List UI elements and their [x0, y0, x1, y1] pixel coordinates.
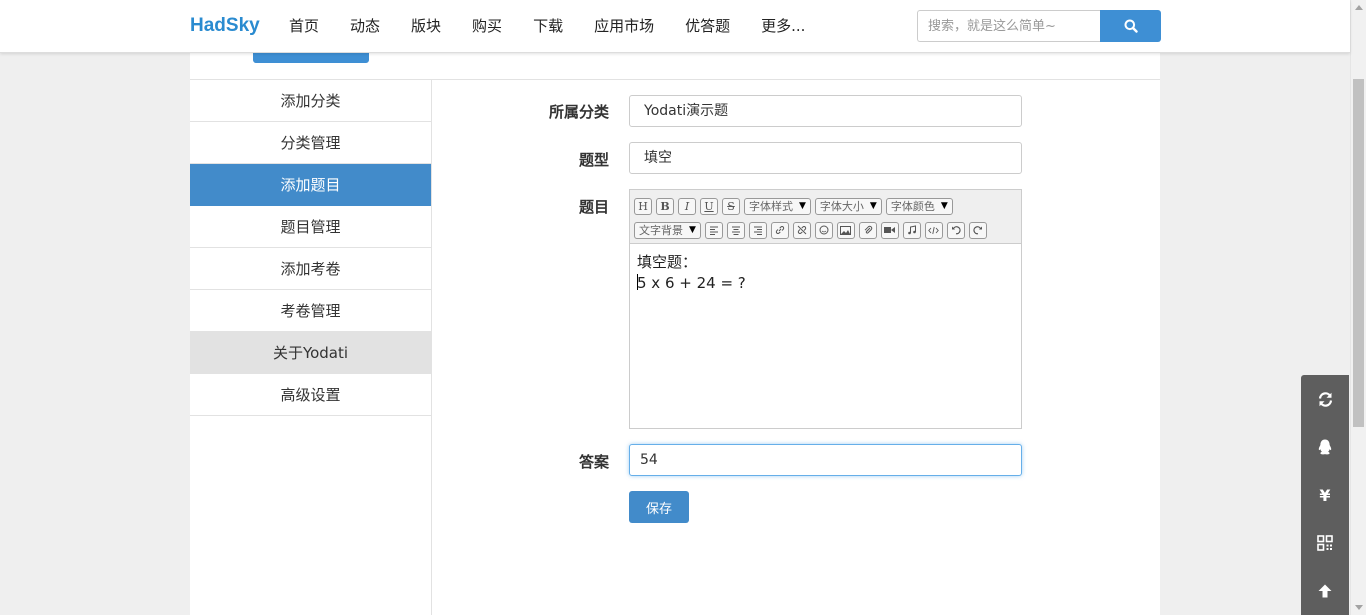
attachment-button[interactable]: [858, 221, 877, 239]
top-navbar: HadSky 首页 动态 版块 购买 下载 应用市场 优答题 更多...: [0, 0, 1350, 53]
question-line-2-text: 5 x 6 + 24 = ?: [637, 274, 746, 292]
question-line-2: 5 x 6 + 24 = ?: [637, 273, 1014, 294]
qq-button[interactable]: [1301, 423, 1349, 471]
search-icon: [1124, 19, 1138, 33]
smiley-icon: [819, 225, 829, 235]
chevron-down-icon: ▼: [869, 201, 877, 211]
nav-item-boards[interactable]: 版块: [400, 0, 452, 53]
scroll-up-arrow-icon[interactable]: [1355, 5, 1363, 10]
back-to-top-button[interactable]: [1301, 567, 1349, 615]
nav-item-youdati[interactable]: 优答题: [674, 0, 741, 53]
scroll-thumb[interactable]: [1353, 79, 1364, 427]
align-right-icon: [753, 226, 762, 235]
qrcode-button[interactable]: [1301, 519, 1349, 567]
nav-item-download[interactable]: 下载: [522, 0, 574, 53]
font-size-select-label: 字体大小: [819, 200, 864, 213]
text-background-select[interactable]: 文字背景 ▼: [634, 221, 701, 239]
video-camera-icon: [884, 227, 896, 233]
nav-item-buy[interactable]: 购买: [461, 0, 513, 53]
nav-item-app-market[interactable]: 应用市场: [583, 0, 665, 53]
qq-penguin-icon: [1318, 439, 1332, 455]
italic-button[interactable]: I: [678, 197, 696, 215]
chevron-down-icon: ▼: [799, 201, 806, 211]
redo-icon: [973, 226, 982, 235]
align-center-icon: [731, 226, 740, 235]
align-center-button[interactable]: [726, 221, 745, 239]
undo-button[interactable]: [946, 221, 965, 239]
font-color-select[interactable]: 字体颜色 ▼: [885, 197, 953, 215]
chevron-down-icon: ▼: [940, 201, 948, 211]
sidebar-item-about[interactable]: 关于Yodati: [190, 332, 431, 374]
refresh-button[interactable]: [1301, 375, 1349, 423]
paperclip-icon: [864, 225, 873, 234]
question-editor: H B I U S 字体样式 ▼ 字体大小 ▼ 字体颜色 ▼ 文字背景 ▼ 填空…: [629, 189, 1022, 429]
chevron-down-icon: ▼: [689, 225, 696, 235]
audio-button[interactable]: [902, 221, 921, 239]
align-left-button[interactable]: [704, 221, 723, 239]
emoji-button[interactable]: [814, 221, 833, 239]
donate-button[interactable]: ¥: [1301, 471, 1349, 519]
category-select[interactable]: Yodati演示题: [629, 95, 1022, 127]
code-button[interactable]: [924, 221, 943, 239]
font-style-select[interactable]: 字体样式 ▼: [744, 197, 811, 215]
search-input[interactable]: [917, 10, 1100, 42]
sidebar-item-question-manage[interactable]: 题目管理: [190, 206, 431, 248]
refresh-icon: [1318, 391, 1332, 407]
link-button[interactable]: [770, 221, 789, 239]
sidebar-item-add-question[interactable]: 添加题目: [190, 164, 431, 206]
align-right-button[interactable]: [748, 221, 767, 239]
answer-label: 答案: [578, 453, 609, 471]
image-icon: [840, 225, 852, 235]
content-panel: Yodati 添加分类 分类管理 添加题目 题目管理 添加考卷 考卷管理 关于Y…: [190, 45, 1160, 615]
video-button[interactable]: [880, 221, 899, 239]
unlink-button[interactable]: [792, 221, 811, 239]
arrow-up-icon: [1318, 584, 1332, 598]
text-background-select-label: 文字背景: [639, 224, 683, 237]
nav-item-home[interactable]: 首页: [278, 0, 330, 53]
editor-content[interactable]: 填空题： 5 x 6 + 24 = ?: [630, 244, 1021, 302]
code-icon: [928, 226, 940, 234]
type-select[interactable]: 填空: [629, 142, 1022, 174]
editor-toolbar: H B I U S 字体样式 ▼ 字体大小 ▼ 字体颜色 ▼ 文字背景 ▼: [630, 190, 1021, 244]
sidebar-item-advanced[interactable]: 高级设置: [190, 374, 431, 416]
nav-item-more[interactable]: 更多...: [750, 0, 816, 53]
sidebar: 添加分类 分类管理 添加题目 题目管理 添加考卷 考卷管理 关于Yodati 高…: [190, 80, 432, 615]
qr-code-icon: [1317, 535, 1333, 551]
search-box: [917, 10, 1161, 42]
underline-button[interactable]: U: [700, 197, 718, 215]
strikethrough-button[interactable]: S: [722, 197, 740, 215]
brand-logo[interactable]: HadSky: [190, 15, 260, 37]
music-note-icon: [908, 225, 916, 235]
category-label: 所属分类: [548, 103, 609, 121]
heading-button[interactable]: H: [634, 197, 652, 215]
align-left-icon: [709, 226, 718, 235]
question-label: 题目: [578, 198, 609, 216]
nav-item-feed[interactable]: 动态: [339, 0, 391, 53]
font-size-select[interactable]: 字体大小 ▼: [814, 197, 882, 215]
link-icon: [775, 226, 785, 234]
sidebar-item-exam-manage[interactable]: 考卷管理: [190, 290, 431, 332]
bold-button[interactable]: B: [656, 197, 674, 215]
floating-toolbar: ¥: [1301, 375, 1349, 615]
type-label: 题型: [578, 151, 609, 169]
save-button[interactable]: 保存: [629, 491, 689, 523]
sidebar-item-add-category[interactable]: 添加分类: [190, 80, 431, 122]
yuan-icon: ¥: [1319, 485, 1331, 505]
page-scrollbar[interactable]: [1350, 0, 1366, 615]
undo-icon: [951, 226, 961, 235]
question-line-1: 填空题：: [637, 253, 698, 271]
sidebar-item-category-manage[interactable]: 分类管理: [190, 122, 431, 164]
sidebar-item-add-exam[interactable]: 添加考卷: [190, 248, 431, 290]
image-button[interactable]: [836, 221, 855, 239]
font-color-select-label: 字体颜色: [890, 200, 935, 213]
main-nav: 首页 动态 版块 购买 下载 应用市场 优答题 更多...: [278, 0, 825, 53]
search-button[interactable]: [1100, 10, 1161, 42]
font-style-select-label: 字体样式: [749, 200, 793, 213]
answer-input[interactable]: 54: [629, 444, 1022, 476]
unlink-icon: [797, 225, 807, 235]
redo-button[interactable]: [968, 221, 987, 239]
scroll-down-arrow-icon[interactable]: [1355, 605, 1363, 610]
